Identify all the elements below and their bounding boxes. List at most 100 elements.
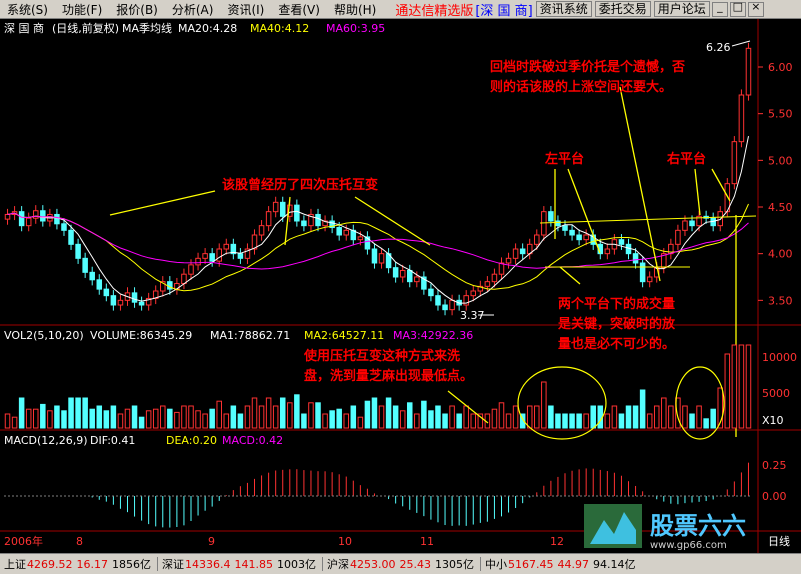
volume-bar (96, 405, 103, 429)
candle-body (343, 229, 350, 236)
volume-bar (639, 389, 646, 429)
candle-body (61, 223, 67, 231)
candle-body (131, 292, 138, 303)
candle-body (188, 264, 194, 275)
annotation-washout-2: 盘，洗到量芝麻出现最低点。 (304, 368, 473, 384)
date-dec: 12 (550, 535, 564, 548)
menu-system[interactable]: 系统(S) (0, 1, 55, 18)
hs-label: 沪深 (327, 558, 349, 571)
volume-bar (406, 402, 413, 429)
restore-icon[interactable]: □ (729, 0, 746, 17)
vol-label: VOL2(5,10,20) (4, 329, 84, 342)
candle-body (512, 248, 519, 259)
watermark-logo: 股票六六 www.gp66.com (584, 500, 784, 552)
menu-analysis[interactable]: 分析(A) (165, 1, 221, 18)
menu-help[interactable]: 帮助(H) (327, 1, 383, 18)
volume-bar (4, 413, 11, 429)
volume-bar (703, 418, 709, 429)
volume-bar (82, 397, 88, 429)
date-sep: 9 (208, 535, 215, 548)
ma40-value: MA40:4.12 (250, 22, 309, 35)
vol-axis-5000: 5000 (762, 387, 790, 400)
candle-body (449, 299, 455, 311)
candle-body (89, 271, 95, 281)
volume-bar (40, 403, 46, 429)
menu-function[interactable]: 功能(F) (55, 1, 109, 18)
vol-axis-10000: 10000 (762, 351, 797, 364)
candle-body (562, 225, 568, 231)
stock-tag: [深 国 商] (475, 3, 533, 19)
candle-body (223, 243, 230, 250)
volume-bar (505, 413, 512, 429)
candle-body (738, 94, 745, 143)
candle-body (279, 201, 286, 217)
chart-mode: (日线,前复权) (52, 21, 119, 35)
volume-bar (590, 405, 596, 429)
high-mark-arrow (731, 40, 751, 47)
forum-button[interactable]: 用户论坛 (653, 1, 710, 17)
volume-bar (371, 397, 378, 429)
volume-bar (32, 408, 39, 429)
volume-bar (604, 413, 611, 429)
candle-body (371, 248, 378, 264)
candle-body (682, 220, 688, 231)
volume-bar (188, 405, 194, 429)
minimize-icon[interactable]: _ (711, 0, 728, 17)
candle-body (378, 253, 385, 264)
chart-area[interactable]: 深 国 商 (日线,前复权) MA季均线 MA20:4.28 MA40:4.12… (0, 19, 801, 553)
kline-chart[interactable]: 深 国 商 (日线,前复权) MA季均线 MA20:4.28 MA40:4.12… (0, 19, 801, 553)
volume-bar (223, 413, 230, 429)
volume-bar (350, 405, 357, 429)
volume-bar (435, 405, 441, 429)
zx-label: 中小 (485, 558, 507, 571)
annotation-washout-1: 使用压托互变这种方式来洗 (303, 348, 460, 364)
vol-axis-unit: X10 (762, 414, 784, 427)
volume-bar (75, 397, 81, 429)
sh-value: 4269.52 (27, 557, 73, 571)
volume-bar (583, 413, 589, 429)
volume-bar (548, 405, 554, 429)
candle-body (618, 239, 625, 245)
annotation-right-platform: 右平台 (666, 151, 706, 167)
volume-bar (498, 402, 505, 429)
price-tick: 6.00 (768, 61, 793, 74)
volume-bar (442, 413, 448, 429)
menu-view[interactable]: 查看(V) (271, 1, 327, 18)
close-icon[interactable]: × (747, 0, 764, 17)
volume-bar (632, 405, 639, 429)
candle-body (498, 262, 505, 275)
candle-body (32, 210, 39, 219)
macd-label: MACD(12,26,9) (4, 434, 88, 447)
price-tick: 4.00 (768, 248, 793, 261)
volume-bar (449, 405, 455, 429)
candle-body (414, 276, 420, 283)
candle-body (336, 227, 342, 236)
candle-body (25, 217, 32, 227)
volume-bar (287, 402, 293, 429)
volume-bar (54, 405, 60, 429)
volume-bar (272, 405, 279, 429)
macd-dif: DIF:0.41 (90, 434, 135, 447)
trade-button[interactable]: 委托交易 (594, 1, 651, 17)
volume-bar (668, 405, 674, 429)
volume-bar (265, 397, 272, 429)
annotation-volume-3: 量也是必不可少的。 (558, 336, 675, 352)
volume-bar (392, 405, 399, 429)
menu-quote[interactable]: 报价(B) (109, 1, 165, 18)
logo-url: www.gp66.com (650, 540, 727, 551)
candle-body (399, 269, 406, 278)
annotation-top-right-2: 则的话该股的上涨空间还要大。 (490, 79, 672, 95)
annotation-volume-2: 是关键，突破时的放 (557, 316, 676, 332)
volume-bar (463, 405, 469, 429)
candle-body (717, 211, 724, 227)
candle-body (689, 220, 695, 227)
volume-bar (25, 408, 32, 429)
info-system-button[interactable]: 资讯系统 (535, 1, 592, 17)
volume-bar (646, 413, 653, 429)
sh-amount: 1856亿 (112, 558, 151, 571)
volume-circle-left (517, 366, 607, 440)
menu-info[interactable]: 资讯(I) (220, 1, 271, 18)
volume-bar (110, 405, 117, 429)
price-tick: 3.50 (768, 294, 793, 307)
volume-bar (597, 405, 604, 429)
